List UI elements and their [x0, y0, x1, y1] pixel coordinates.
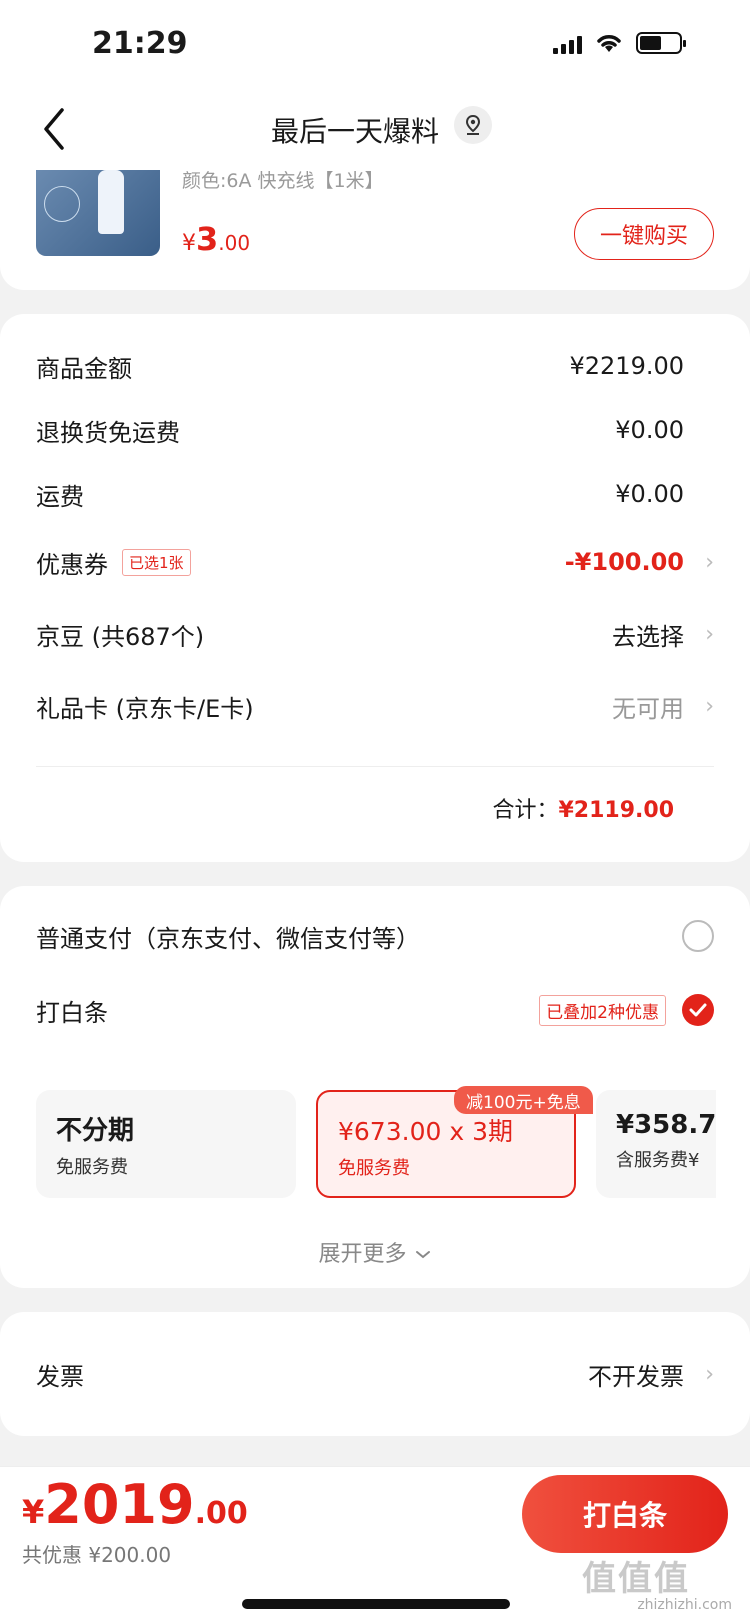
checkmark-icon [689, 1003, 707, 1017]
chevron-right-icon: › [705, 549, 714, 575]
product-card: 颜色:6A 快充线【1米】 ¥3.00 一键购买 [0, 170, 750, 290]
return-shipping-value: ¥0.00 [615, 416, 684, 444]
invoice-row[interactable]: 发票 不开发票 › [36, 1354, 714, 1394]
baitiao-payment-option[interactable]: 打白条 已叠加2种优惠 [36, 990, 714, 1030]
baitiao-label: 打白条 [36, 998, 108, 1027]
jingdou-row[interactable]: 京豆 (共687个) 去选择 › [36, 614, 714, 654]
status-time: 21:29 [92, 26, 188, 61]
coupon-row[interactable]: 优惠券 已选1张 -¥100.00 › [36, 542, 714, 582]
chevron-right-icon: › [705, 1361, 714, 1387]
giftcard-row[interactable]: 礼品卡 (京东卡/E卡) 无可用 › [36, 686, 714, 726]
plan-discount-badge: 减100元+免息 [454, 1086, 593, 1114]
jingdou-label: 京豆 (共687个) [36, 622, 205, 651]
watermark-url: zhizhizhi.com [637, 1597, 732, 1613]
normal-payment-label: 普通支付（京东支付、微信支付等） [36, 924, 420, 953]
expand-more-button[interactable]: 展开更多 [0, 1236, 750, 1268]
shipping-label: 运费 [36, 482, 84, 511]
location-button[interactable] [454, 106, 492, 144]
status-icons [553, 32, 686, 54]
chevron-down-icon [415, 1251, 430, 1259]
product-price: ¥3.00 [182, 220, 251, 258]
coupon-value: -¥100.00 [564, 548, 684, 576]
installment-plan-6[interactable]: ¥358.71 含服务费¥ [596, 1090, 716, 1198]
goods-amount-value: ¥2219.00 [569, 352, 684, 380]
order-total: ¥2019.00 [22, 1473, 248, 1536]
invoice-card: 发票 不开发票 › [0, 1312, 750, 1436]
watermark-logo: 值值值 [582, 1559, 690, 1599]
total-savings: 共优惠 ¥200.00 [22, 1543, 172, 1567]
checkout-bar: ¥2019.00 共优惠 ¥200.00 打白条 值值值 zhizhizhi.c… [0, 1466, 750, 1624]
normal-payment-option[interactable]: 普通支付（京东支付、微信支付等） [36, 916, 714, 956]
return-shipping-label: 退换货免运费 [36, 418, 180, 447]
divider [36, 766, 714, 767]
payment-method-card: 普通支付（京东支付、微信支付等） 打白条 已叠加2种优惠 不分期 免服务费 减1… [0, 886, 750, 1288]
page-title: 最后一天爆料 [270, 115, 439, 148]
one-click-buy-button[interactable]: 一键购买 [574, 208, 714, 260]
coupon-selected-tag: 已选1张 [122, 548, 191, 576]
home-indicator[interactable] [242, 1599, 510, 1609]
product-image[interactable] [36, 170, 160, 256]
subtotal-label: 合计： [492, 798, 559, 823]
cellular-signal-icon [553, 32, 582, 54]
giftcard-label: 礼品卡 (京东卡/E卡) [36, 694, 254, 723]
normal-payment-radio[interactable] [682, 920, 714, 952]
cost-summary-card: 商品金额 ¥2219.00 退换货免运费 ¥0.00 运费 ¥0.00 优惠券 … [0, 314, 750, 862]
status-bar: 21:29 [0, 0, 750, 90]
submit-baitiao-button[interactable]: 打白条 [522, 1475, 728, 1553]
chevron-right-icon: › [705, 693, 714, 719]
nav-bar: 最后一天爆料 [0, 90, 750, 170]
goods-amount-row: 商品金额 ¥2219.00 [36, 346, 714, 386]
shipping-value: ¥0.00 [615, 480, 684, 508]
chevron-right-icon: › [705, 621, 714, 647]
stacked-discount-tag: 已叠加2种优惠 [539, 994, 666, 1026]
giftcard-value: 无可用 [612, 694, 684, 723]
subtotal-value: ¥2119.00 [558, 798, 674, 823]
location-pin-icon [465, 114, 481, 135]
coupon-label: 优惠券 [36, 550, 108, 579]
return-shipping-row: 退换货免运费 ¥0.00 [36, 410, 714, 450]
wifi-icon [597, 35, 621, 52]
battery-icon [636, 32, 686, 54]
invoice-label: 发票 [36, 1362, 84, 1391]
jingdou-value: 去选择 [612, 622, 684, 651]
baitiao-radio[interactable] [682, 994, 714, 1026]
shipping-row: 运费 ¥0.00 [36, 474, 714, 514]
subtotal-row: 合计：¥2119.00 [492, 792, 674, 824]
installment-plan-none[interactable]: 不分期 免服务费 [36, 1090, 296, 1198]
goods-amount-label: 商品金额 [36, 354, 132, 383]
installment-plans: 不分期 免服务费 减100元+免息 ¥673.00 x 3期 免服务费 ¥358… [36, 1086, 716, 1202]
product-spec: 颜色:6A 快充线【1米】 [182, 170, 384, 192]
invoice-value: 不开发票 [588, 1362, 684, 1391]
